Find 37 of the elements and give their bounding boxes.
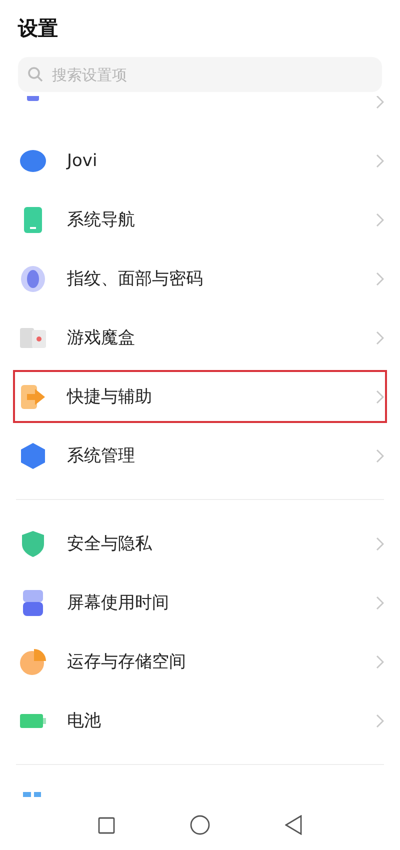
settings-item[interactable]: 游戏魔盒 xyxy=(0,308,400,367)
shield-icon xyxy=(22,530,44,556)
blob-icon xyxy=(20,150,46,172)
chevron-icon xyxy=(376,536,384,550)
chevron-icon xyxy=(376,596,384,610)
settings-item[interactable]: 屏幕使用时间 xyxy=(0,573,400,632)
chevron-icon xyxy=(376,714,384,728)
search-icon xyxy=(28,67,43,82)
home-icon[interactable] xyxy=(190,815,210,835)
chevron-icon xyxy=(376,154,384,168)
chevron-icon xyxy=(376,390,384,404)
search-field[interactable]: 搜索设置项 xyxy=(18,57,382,92)
settings-item[interactable]: 运存与存储空间 xyxy=(0,632,400,691)
pie-icon xyxy=(20,648,46,674)
chevron-icon xyxy=(376,96,384,108)
chevron-icon xyxy=(376,654,384,668)
chevron-icon xyxy=(376,448,384,462)
settings-item[interactable]: 系统导航 xyxy=(0,190,400,249)
settings-item[interactable]: 电池 xyxy=(0,691,400,750)
chevron-icon xyxy=(376,212,384,226)
chevron-icon xyxy=(376,330,384,344)
back-icon[interactable] xyxy=(285,815,302,835)
recents-icon[interactable] xyxy=(98,816,115,834)
settings-item[interactable]: Jovi xyxy=(0,131,400,190)
battery-icon xyxy=(20,714,46,728)
settings-item[interactable]: 安全与隐私 xyxy=(0,514,400,573)
page-title: 设置 xyxy=(18,15,59,42)
phone-icon xyxy=(24,206,42,232)
settings-item[interactable]: 系统管理 xyxy=(0,426,400,485)
hourglass-icon xyxy=(23,590,43,616)
settings-item[interactable]: 指纹、面部与密码 xyxy=(0,249,400,308)
chevron-icon xyxy=(376,272,384,286)
game-box-icon xyxy=(20,328,46,348)
arrow-icon xyxy=(21,384,45,408)
fingerprint-icon xyxy=(21,266,45,292)
settings-item[interactable]: 快捷与辅助 xyxy=(10,367,390,426)
hexagon-icon xyxy=(21,442,45,468)
